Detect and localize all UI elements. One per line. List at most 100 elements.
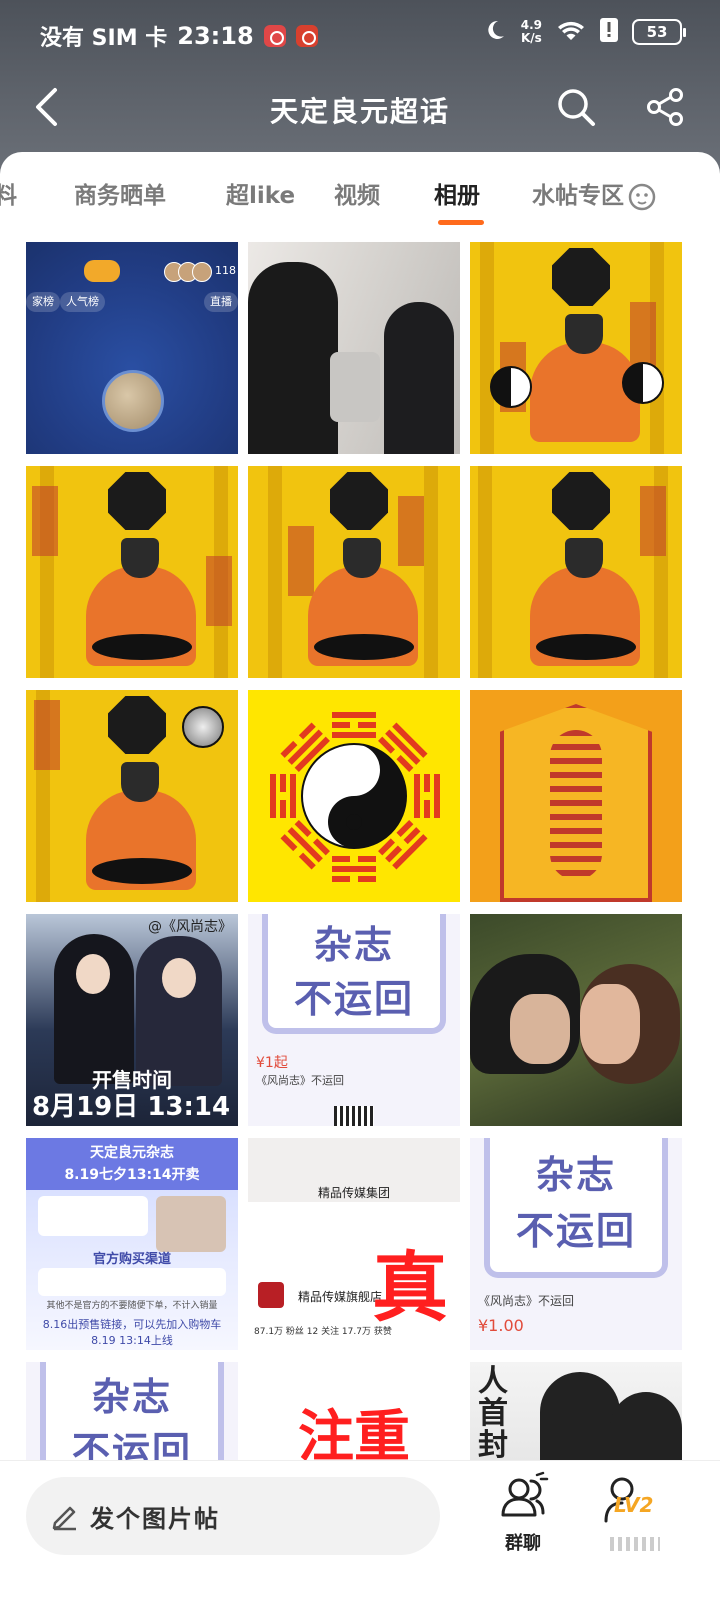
viewer-count: 118 xyxy=(215,264,236,277)
info-photo xyxy=(156,1196,226,1252)
share-icon xyxy=(647,88,683,126)
tab-data[interactable]: 料 xyxy=(0,176,17,210)
photo-tile[interactable] xyxy=(248,690,460,902)
notification-app-icon xyxy=(295,25,318,47)
price: ¥1.00 xyxy=(478,1316,524,1335)
active-tab-indicator xyxy=(438,220,484,225)
photo-tile[interactable]: 118 家榜 人气榜 直播 xyxy=(26,242,238,454)
bagua-icon xyxy=(108,472,166,530)
clock: 23:18 xyxy=(177,22,254,50)
photo-tile[interactable] xyxy=(26,690,238,902)
headline: 杂志 xyxy=(535,1153,616,1197)
person-silhouette xyxy=(248,262,338,454)
figure-base xyxy=(314,634,414,660)
photo-tile[interactable]: 精品传媒集团 精品传媒旗舰店 真 87.1万 粉丝 12 关注 17.7万 获赞 xyxy=(248,1138,460,1350)
photo-tile[interactable] xyxy=(470,690,682,902)
bottom-action-bar: 发个图片帖 群聊 LV2 xyxy=(0,1460,720,1600)
shop-name: 精品传媒旗舰店 xyxy=(298,1290,383,1304)
rank-pill: 家榜 xyxy=(26,292,60,312)
price: ¥1起 xyxy=(256,1055,288,1071)
level-button[interactable]: LV2 xyxy=(598,1471,668,1561)
photo-tile[interactable]: 杂志 不运回 《风尚志》不运回 ¥1.00 xyxy=(470,1138,682,1350)
headline: 不运回 xyxy=(515,1209,636,1253)
headline: 杂志 xyxy=(313,923,394,967)
headline: 真 xyxy=(372,1243,448,1332)
sale-date: 8月19日 13:14 xyxy=(32,1092,231,1122)
bagua-icon xyxy=(552,472,610,530)
planet-graphic xyxy=(102,370,164,432)
level-badge: LV2 xyxy=(614,1493,654,1517)
search-icon xyxy=(558,89,595,126)
figure-base xyxy=(536,634,636,660)
main-content: 料 商务晒单 超like 视频 相册 水帖专区 118 家榜 人气榜 直播 @《… xyxy=(0,152,720,1600)
create-image-post-button[interactable]: 发个图片帖 xyxy=(26,1477,440,1555)
photo-tile[interactable]: 天定良元杂志 8.19七夕13:14开卖 官方购买渠道 其他不是官方的不要随便下… xyxy=(26,1138,238,1350)
figure-base xyxy=(92,634,192,660)
popularity-pill: 人气榜 xyxy=(60,292,105,312)
shop-logo xyxy=(258,1282,284,1308)
figure-base xyxy=(92,858,192,884)
shop-group: 精品传媒集团 xyxy=(317,1186,390,1200)
avatar-group xyxy=(164,262,214,282)
create-post-label: 发个图片帖 xyxy=(90,1504,220,1533)
photo-tile[interactable] xyxy=(470,466,682,678)
group-chat-icon xyxy=(501,1471,549,1517)
photo-tile[interactable]: 杂志 不运回 ¥1起 《风尚志》不运回 xyxy=(248,914,460,1126)
figure-head xyxy=(121,538,159,578)
chair-shape xyxy=(330,352,380,422)
tab-super-like[interactable]: 超like xyxy=(226,176,295,210)
group-chat-button[interactable]: 群聊 xyxy=(488,1471,558,1561)
headline: 人首封 xyxy=(478,1364,508,1463)
info-card xyxy=(38,1196,148,1236)
caption: 《风尚志》不运回 xyxy=(478,1294,575,1308)
infographic-header: 天定良元杂志 8.19七夕13:14开卖 xyxy=(26,1138,238,1190)
figure-head xyxy=(343,538,381,578)
headline: 杂志 xyxy=(91,1375,172,1419)
pencil-icon xyxy=(50,1501,80,1531)
photo-tile[interactable] xyxy=(470,242,682,454)
tab-album[interactable]: 相册 xyxy=(434,176,480,210)
level-progress xyxy=(610,1537,660,1551)
photo-tile[interactable] xyxy=(26,466,238,678)
mirror-icon xyxy=(182,706,224,748)
yin-yang-icon xyxy=(490,366,532,408)
status-right: 4.9 K/s 53 xyxy=(483,18,686,46)
bagua-icon xyxy=(552,248,610,306)
photo-tile[interactable] xyxy=(470,914,682,1126)
tab-video[interactable]: 视频 xyxy=(334,176,380,210)
top-navigation: 天定良元超话 xyxy=(0,72,720,150)
tab-water-posts[interactable]: 水帖专区 xyxy=(532,176,656,211)
do-not-disturb-icon xyxy=(483,18,507,46)
gem-icon xyxy=(84,260,120,282)
photo-tile[interactable] xyxy=(248,466,460,678)
info-card xyxy=(38,1268,226,1296)
face-icon xyxy=(628,183,656,210)
battery-indicator: 53 xyxy=(632,19,686,45)
magazine-handle: @《风尚志》 xyxy=(148,919,232,935)
shop-stats: 87.1万 粉丝 12 关注 17.7万 获赞 xyxy=(254,1327,392,1337)
headline: 不运回 xyxy=(293,977,414,1021)
alert-icon xyxy=(600,18,618,46)
page-title: 天定良元超话 xyxy=(269,95,450,128)
qr-code xyxy=(334,1106,374,1126)
notification-app-icon xyxy=(263,25,286,47)
info-note: 其他不是官方的不要随便下单，不计入销量 xyxy=(46,1301,218,1311)
tab-water-posts-label: 水帖专区 xyxy=(532,183,624,209)
yin-yang-bagua-graphic xyxy=(270,712,440,882)
live-pill: 直播 xyxy=(204,292,238,312)
photo-tile[interactable]: @《风尚志》 开售时间 8月19日 13:14 xyxy=(26,914,238,1126)
info-launch: 8.19 13:14上线 xyxy=(91,1334,173,1347)
tab-bar: 料 商务晒单 超like 视频 相册 水帖专区 xyxy=(0,152,720,232)
figure-head xyxy=(121,762,159,802)
caption: 《风尚志》不运回 xyxy=(256,1074,344,1087)
search-button[interactable] xyxy=(552,82,600,132)
channel-label: 官方购买渠道 xyxy=(92,1252,171,1267)
talisman-script xyxy=(550,730,602,880)
yin-yang-icon xyxy=(622,362,664,404)
network-speed: 4.9 K/s xyxy=(520,18,542,45)
status-left: 没有 SIM 卡 23:18 xyxy=(40,20,318,52)
figure-head xyxy=(565,538,603,578)
photo-tile[interactable] xyxy=(248,242,460,454)
share-button[interactable] xyxy=(640,82,690,132)
tab-business[interactable]: 商务晒单 xyxy=(74,176,166,210)
